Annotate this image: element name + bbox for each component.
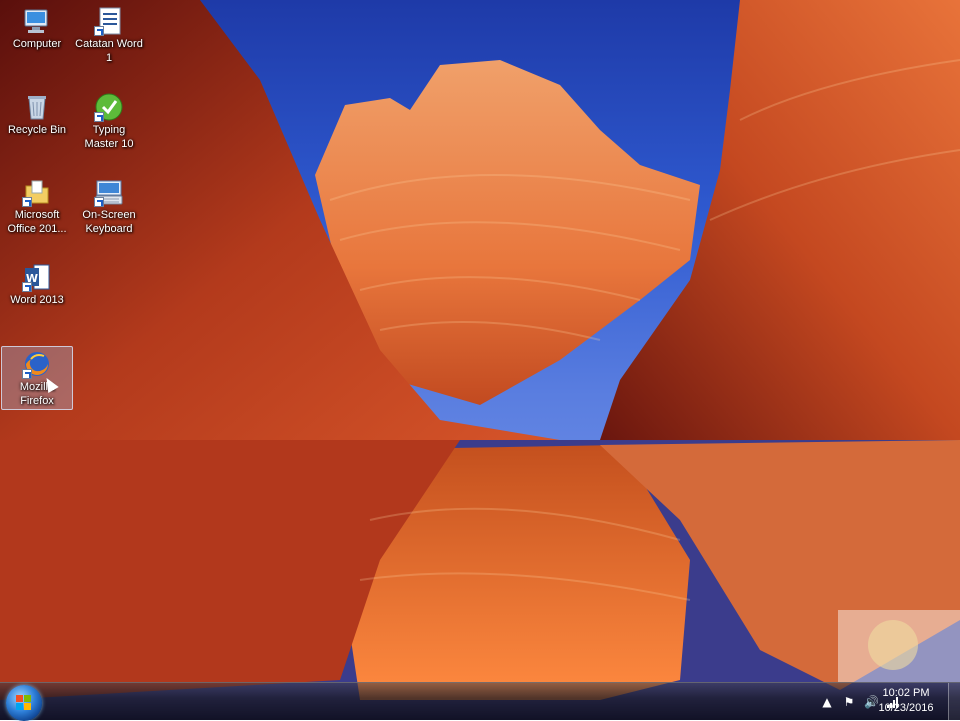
typing-master-icon xyxy=(94,92,124,122)
desktop-icon-label: Word 2013 xyxy=(10,294,64,306)
taskbar: ▲ ⚑ 🔊 10:02 PM 10/23/2016 xyxy=(0,682,960,721)
shortcut-arrow-icon xyxy=(94,112,104,122)
desktop-icon-typing-master[interactable]: Typing Master 10 xyxy=(73,90,145,150)
keyboard-icon xyxy=(94,177,124,207)
windows-start-button[interactable] xyxy=(6,685,42,721)
show-desktop-button[interactable] xyxy=(948,683,960,721)
desktop-icon-label: Recycle Bin xyxy=(7,124,67,136)
desktop-icon-label: Computer xyxy=(12,38,62,50)
computer-icon xyxy=(22,6,52,36)
word-2013-icon: W xyxy=(22,262,52,292)
desktop-icon-computer[interactable]: Computer xyxy=(1,4,73,62)
shortcut-arrow-icon xyxy=(94,197,104,207)
show-hidden-icons-arrow[interactable]: ▲ xyxy=(820,695,834,709)
desktop-icon-label: Typing Master 10 xyxy=(84,124,134,150)
desktop-icon-label: On-Screen Keyboard xyxy=(82,209,136,235)
desktop-icon-catatan-word[interactable]: Catatan Word 1 xyxy=(73,4,145,64)
taskbar-clock[interactable]: 10:02 PM 10/23/2016 xyxy=(866,686,946,716)
windows-start-icon xyxy=(16,695,32,711)
shortcut-arrow-icon xyxy=(22,197,32,207)
firefox-icon xyxy=(22,349,52,379)
desktop-icon-recycle-bin[interactable]: Recycle Bin xyxy=(1,90,73,148)
desktop-icon-on-screen-keyboard[interactable]: On-Screen Keyboard xyxy=(73,175,145,235)
watermark-emblem xyxy=(868,620,918,670)
desktop-icon-mozilla-firefox[interactable]: Mozilla Firefox xyxy=(1,346,73,410)
shortcut-arrow-icon xyxy=(94,26,104,36)
shortcut-arrow-icon xyxy=(22,282,32,292)
folder-icon xyxy=(22,177,52,207)
desktop-icon-label: Catatan Word 1 xyxy=(75,38,143,64)
word-document-icon xyxy=(94,6,124,36)
desktop-icon-word-2013[interactable]: W Word 2013 xyxy=(1,260,73,318)
desktop-icon-label: Mozilla Firefox xyxy=(19,381,55,407)
desktop-icon-microsoft-office[interactable]: Microsoft Office 201... xyxy=(1,175,73,235)
shortcut-arrow-icon xyxy=(22,369,32,379)
clock-time: 10:02 PM xyxy=(882,687,930,699)
desktop-icon-label: Microsoft Office 201... xyxy=(7,209,67,235)
watermark-logo xyxy=(838,610,960,682)
clock-date: 10/23/2016 xyxy=(878,702,934,714)
recycle-bin-icon xyxy=(22,92,52,122)
action-center-flag-icon[interactable]: ⚑ xyxy=(842,695,856,709)
